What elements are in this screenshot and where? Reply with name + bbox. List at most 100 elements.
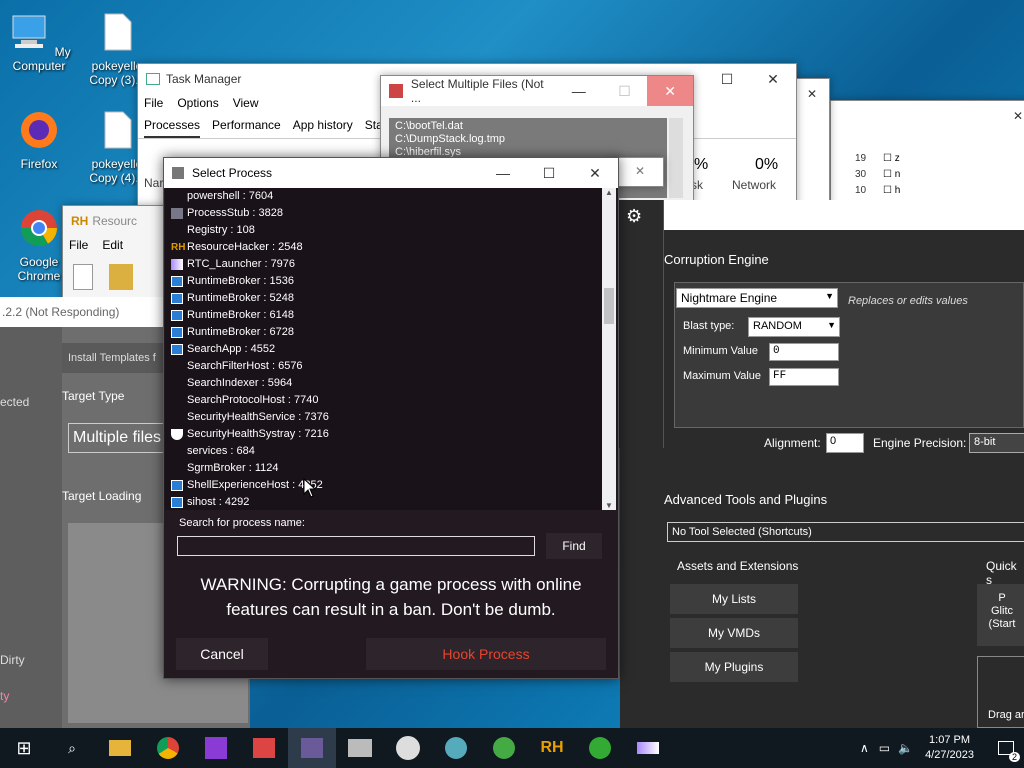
minimize-button[interactable]: —: [556, 76, 602, 106]
taskbar-chrome[interactable]: [144, 728, 192, 768]
process-list[interactable]: powershell : 7604 ProcessStub : 3828 Reg…: [165, 188, 605, 510]
speaker-icon[interactable]: 🔈: [898, 741, 913, 755]
maximize-button[interactable]: ☐: [526, 158, 572, 188]
process-row[interactable]: SearchFilterHost : 6576: [165, 358, 605, 375]
process-row[interactable]: SearchIndexer : 5964: [165, 375, 605, 392]
minimize-button[interactable]: —: [480, 158, 526, 188]
process-row[interactable]: Registry : 108: [165, 222, 605, 239]
close-icon[interactable]: ✕: [1013, 109, 1023, 123]
open-folder-icon[interactable]: [109, 264, 133, 290]
taskbar-emulator-app[interactable]: [480, 728, 528, 768]
tab-performance[interactable]: Performance: [212, 118, 281, 138]
network-label[interactable]: Network: [732, 178, 776, 192]
taskbar-gamepad-app[interactable]: [384, 728, 432, 768]
new-file-icon[interactable]: [73, 264, 93, 290]
corruption-engine-title: Corruption Engine: [664, 252, 769, 267]
precision-select[interactable]: 8-bit: [969, 433, 1024, 453]
hook-process-button[interactable]: Hook Process: [366, 638, 606, 670]
process-row[interactable]: RuntimeBroker : 6728: [165, 324, 605, 341]
menu-file[interactable]: File: [144, 96, 163, 110]
process-row[interactable]: sihost : 4292: [165, 494, 605, 510]
menu-view[interactable]: View: [233, 96, 259, 110]
find-button[interactable]: Find: [546, 533, 602, 559]
process-row[interactable]: RH ResourceHacker : 2548: [165, 239, 605, 256]
start-button[interactable]: ⊞: [0, 728, 48, 768]
min-value-input[interactable]: 0: [769, 343, 839, 361]
scroll-down-icon[interactable]: ▼: [602, 501, 616, 510]
glitch-line-1: P: [998, 592, 1006, 604]
close-button[interactable]: ✕: [647, 76, 693, 106]
search-button[interactable]: ⌕: [48, 728, 96, 768]
process-row[interactable]: RuntimeBroker : 6148: [165, 307, 605, 324]
notification-button[interactable]: 2: [988, 728, 1024, 768]
taskbar-resource-hacker[interactable]: RH: [528, 728, 576, 768]
close-icon[interactable]: ✕: [807, 87, 817, 101]
process-row[interactable]: ProcessStub : 3828: [165, 205, 605, 222]
my-lists-button[interactable]: My Lists: [670, 584, 798, 614]
blast-type-select[interactable]: RANDOM ▼: [748, 317, 840, 337]
taskbar-ps-app[interactable]: [288, 728, 336, 768]
clock-time: 1:07 PM: [929, 734, 971, 746]
process-row[interactable]: SecurityHealthService : 7376: [165, 409, 605, 426]
scroll-thumb[interactable]: [604, 288, 614, 324]
drag-drop-area[interactable]: Drag ar: [977, 656, 1024, 728]
process-row[interactable]: RTC_Launcher : 7976: [165, 256, 605, 273]
maximize-button[interactable]: ☐: [602, 76, 648, 106]
taskbar-explorer[interactable]: [96, 728, 144, 768]
file-item[interactable]: C:\bootTel.dat: [395, 120, 661, 133]
taskbar-game-app[interactable]: [192, 728, 240, 768]
my-vmds-button[interactable]: My VMDs: [670, 618, 798, 648]
taskbar-monitor-app[interactable]: [336, 728, 384, 768]
tool-select[interactable]: No Tool Selected (Shortcuts): [667, 522, 1024, 542]
close-button[interactable]: ✕: [572, 158, 618, 188]
menu-options[interactable]: Options: [177, 96, 218, 110]
maximize-button[interactable]: ☐: [704, 64, 750, 94]
rtc-left-sidebar: ected Dirty ty: [0, 327, 62, 728]
scroll-up-icon[interactable]: ▲: [602, 188, 616, 197]
max-value-input[interactable]: FF: [769, 368, 839, 386]
process-list-scrollbar[interactable]: ▲ ▼: [602, 188, 616, 510]
taskbar-globe-app[interactable]: [432, 728, 480, 768]
menu-file[interactable]: File: [69, 238, 88, 252]
network-icon[interactable]: ▭: [879, 741, 890, 755]
taskbar-rtc-launcher[interactable]: [624, 728, 672, 768]
menu-edit[interactable]: Edit: [102, 238, 123, 252]
close-icon[interactable]: ✕: [635, 164, 645, 178]
rtc-main-titlebar: [620, 200, 1024, 230]
sidebar-selected[interactable]: ected: [0, 395, 29, 409]
process-row[interactable]: SecurityHealthSystray : 7216: [165, 426, 605, 443]
taskbar-fs-app[interactable]: [240, 728, 288, 768]
folder-icon: [109, 740, 131, 756]
process-row[interactable]: RuntimeBroker : 1536: [165, 273, 605, 290]
process-row[interactable]: powershell : 7604: [165, 188, 605, 205]
taskbar-emulator-app-2[interactable]: [576, 728, 624, 768]
desktop-icon-firefox[interactable]: Firefox: [0, 108, 78, 171]
glitch-harvester-button[interactable]: P Glitc (Start: [977, 584, 1024, 646]
gear-icon[interactable]: ⚙: [626, 206, 642, 227]
files-scrollbar[interactable]: [669, 118, 683, 198]
file-item[interactable]: C:\DumpStack.log.tmp: [395, 133, 661, 146]
desktop-icon-my-computer[interactable]: My Computer: [0, 10, 78, 73]
process-row[interactable]: SearchApp : 4552: [165, 341, 605, 358]
chevron-up-icon[interactable]: ∧: [860, 741, 869, 755]
cancel-button[interactable]: Cancel: [176, 638, 268, 670]
engine-select[interactable]: Nightmare Engine ▼: [676, 288, 838, 308]
process-label: services : 684: [187, 445, 255, 457]
process-row[interactable]: ShellExperienceHost : 4252: [165, 477, 605, 494]
alignment-input[interactable]: 0: [826, 433, 864, 453]
tab-processes[interactable]: Processes: [144, 118, 201, 138]
sidebar-ty[interactable]: ty: [0, 689, 9, 703]
close-button[interactable]: ✕: [750, 64, 796, 94]
sidebar-dirty[interactable]: Dirty: [0, 653, 25, 667]
process-row[interactable]: RuntimeBroker : 5248: [165, 290, 605, 307]
process-row[interactable]: SgrmBroker : 1124: [165, 460, 605, 477]
my-plugins-button[interactable]: My Plugins: [670, 652, 798, 682]
partial-list: 19 30 10: [855, 153, 867, 196]
clock[interactable]: 1:07 PM 4/27/2023: [925, 733, 974, 763]
tab-app-history[interactable]: App history: [293, 118, 353, 138]
column-name[interactable]: Nar: [144, 176, 163, 190]
search-input[interactable]: [177, 536, 535, 556]
process-row[interactable]: services : 684: [165, 443, 605, 460]
gamepad-icon: [396, 736, 420, 760]
process-row[interactable]: SearchProtocolHost : 7740: [165, 392, 605, 409]
